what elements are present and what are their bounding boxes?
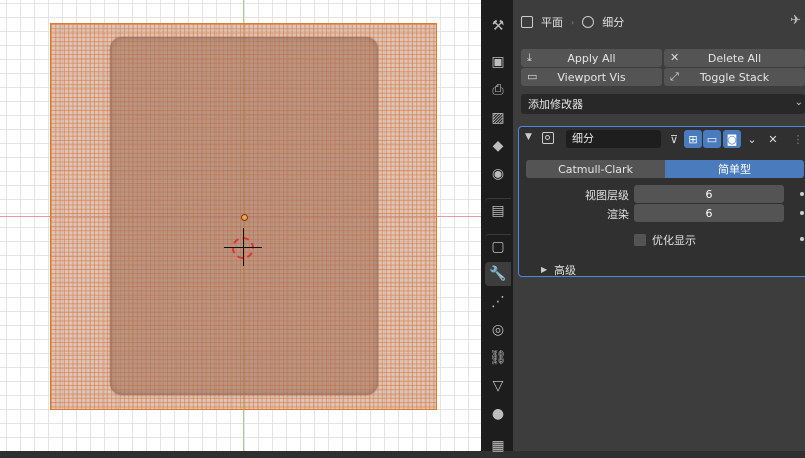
object-origin: [241, 214, 248, 221]
object-icon[interactable]: ▢: [485, 234, 511, 259]
subdivision-modifier-panel: ▼ 细分 ⊽ ⊞ ▭ ◙ ⌄ ✕ ⋮ Catmull-Clark 简单型 视图层…: [518, 126, 805, 277]
keyframe-dot-icon[interactable]: [800, 192, 804, 196]
advanced-subpanel-label[interactable]: 高级: [554, 262, 576, 278]
world-icon[interactable]: ◉: [485, 162, 511, 186]
add-modifier-dropdown[interactable]: 添加修改器 ⌄: [521, 94, 805, 114]
output-icon[interactable]: ⎙: [485, 78, 511, 102]
constraints-icon[interactable]: ⛓: [485, 346, 511, 370]
optimal-display-checkbox[interactable]: [634, 234, 646, 246]
3d-cursor-crosshair-v: [243, 228, 244, 266]
chevron-down-icon: ⌄: [794, 97, 803, 108]
edit-mode-icon[interactable]: ⊽: [665, 130, 683, 148]
material-icon[interactable]: ●: [485, 402, 511, 426]
expand-triangle-icon[interactable]: ▶: [541, 265, 547, 274]
collection-icon[interactable]: ▤: [485, 198, 511, 223]
show-render-icon[interactable]: ◙: [723, 130, 741, 148]
apply-icon: ⤓: [527, 51, 532, 64]
breadcrumb-separator-icon: ›: [571, 17, 575, 27]
modifier-name-field[interactable]: 细分: [566, 130, 661, 148]
close-icon: ✕: [670, 51, 680, 64]
show-viewport-icon[interactable]: ▭: [703, 130, 721, 148]
levels-viewport-label: 视图层级: [585, 189, 629, 202]
texture-icon[interactable]: ▦: [485, 434, 511, 458]
mesh-object-icon: [521, 16, 533, 28]
toggle-stack-button[interactable]: ⤢ Toggle Stack: [664, 68, 805, 86]
close-icon[interactable]: ✕: [764, 130, 782, 148]
modifier-header: ▼ 细分 ⊽ ⊞ ▭ ◙ ⌄ ✕ ⋮: [519, 127, 805, 151]
modifier-icon[interactable]: 🔧: [485, 262, 511, 286]
3d-viewport[interactable]: [0, 0, 481, 451]
render-icon[interactable]: ▣: [485, 50, 511, 74]
on-cage-icon[interactable]: ⊞: [684, 130, 702, 148]
scene-icon[interactable]: ◆: [485, 134, 511, 158]
breadcrumb: 平面 › 细分: [521, 12, 624, 32]
simple-option[interactable]: 简单型: [665, 160, 804, 178]
tool-icon[interactable]: ⚒: [485, 14, 511, 38]
keyframe-dot-icon[interactable]: [800, 237, 804, 241]
data-icon[interactable]: ▽: [485, 374, 511, 398]
view-layer-icon[interactable]: ▨: [485, 106, 511, 130]
subsurf-modifier-icon: [582, 16, 595, 28]
render-levels-label: 渲染: [607, 208, 629, 221]
breadcrumb-object: 平面: [541, 16, 563, 29]
pin-icon[interactable]: ✈: [790, 13, 801, 28]
chevron-down-icon[interactable]: ⌄: [743, 130, 761, 148]
subsurf-modifier-icon: [542, 132, 554, 144]
drag-handle-icon[interactable]: ⋮: [789, 130, 805, 148]
apply-all-button[interactable]: ⤓ Apply All: [521, 49, 662, 67]
expand-icon: ⤢: [670, 70, 679, 83]
properties-editor: 平面 › 细分 ✈ ⤓ Apply All ✕ Delete All ▭ Vie…: [513, 0, 805, 451]
monitor-icon: ▭: [527, 70, 538, 83]
particles-icon[interactable]: ⋰: [485, 290, 511, 314]
optimal-display-label: 优化显示: [652, 234, 696, 247]
properties-tab-strip: ⚒ ▣ ⎙ ▨ ◆ ◉ ▤ ▢ 🔧 ⋰ ◎ ⛓ ▽ ● ▦: [481, 0, 513, 454]
physics-icon[interactable]: ◎: [485, 318, 511, 342]
levels-viewport-field[interactable]: 6: [634, 185, 784, 203]
keyframe-dot-icon[interactable]: [800, 211, 804, 215]
catmull-clark-option[interactable]: Catmull-Clark: [526, 160, 665, 178]
delete-all-button[interactable]: ✕ Delete All: [664, 49, 805, 67]
viewport-vis-button[interactable]: ▭ Viewport Vis: [521, 68, 662, 86]
algorithm-toggle: Catmull-Clark 简单型: [526, 160, 804, 178]
render-levels-field[interactable]: 6: [634, 204, 784, 222]
breadcrumb-modifier: 细分: [602, 16, 625, 29]
collapse-triangle-icon[interactable]: ▼: [525, 132, 532, 142]
